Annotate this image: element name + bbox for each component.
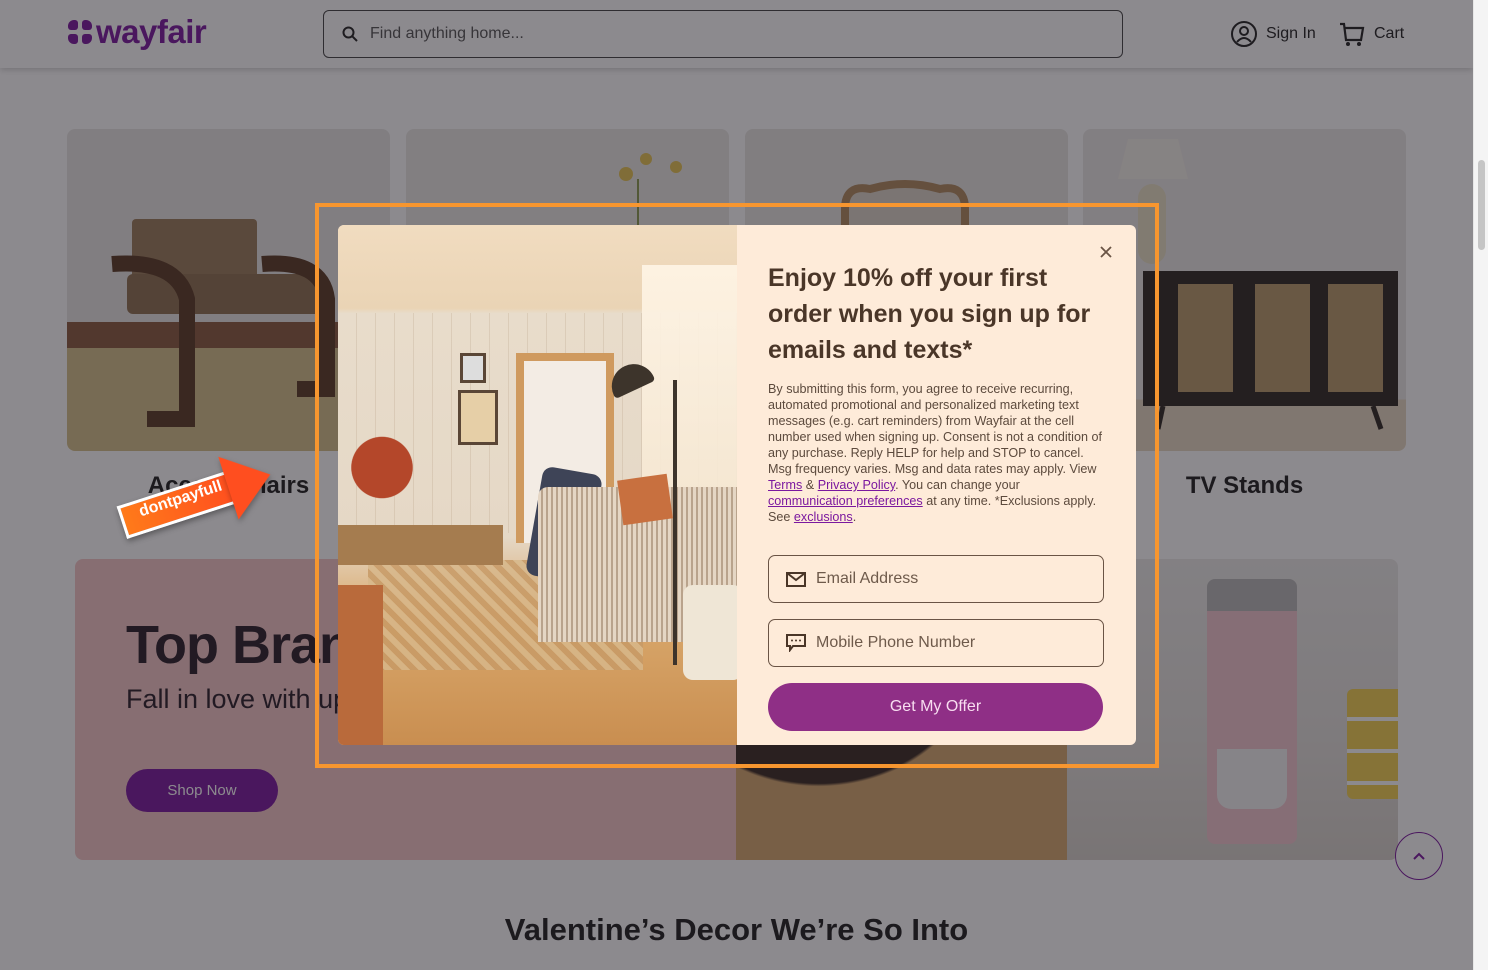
cart-label: Cart: [1374, 25, 1405, 42]
email-input[interactable]: [816, 570, 1086, 588]
coffee-mug: [1217, 749, 1287, 809]
sign-in-button[interactable]: Sign In: [1230, 20, 1316, 48]
yellow-bowls: [1347, 689, 1398, 799]
logo-text: wayfair: [96, 13, 207, 50]
envelope-icon: [786, 571, 806, 587]
close-modal-button[interactable]: [1096, 242, 1116, 262]
section-title: Valentine’s Decor We’re So Into: [504, 912, 969, 947]
shop-now-button[interactable]: Shop Now: [126, 769, 278, 812]
chat-bubble-icon: [786, 634, 806, 652]
email-field[interactable]: [768, 555, 1104, 603]
living-room-image: [338, 225, 737, 745]
wayfair-logo[interactable]: wayfair: [68, 13, 207, 50]
modal-title: Enjoy 10% off your first order when you …: [768, 264, 1091, 364]
terms-link[interactable]: Terms: [768, 478, 802, 492]
back-to-top-button[interactable]: [1395, 832, 1443, 880]
search-bar[interactable]: [323, 10, 1123, 58]
close-icon: [1100, 246, 1112, 258]
site-header: wayfair Sign In Cart: [0, 0, 1473, 68]
chevron-up-icon: [1413, 852, 1425, 860]
cart-button[interactable]: Cart: [1338, 20, 1404, 48]
get-my-offer-button[interactable]: Get My Offer: [768, 683, 1103, 731]
search-icon: [342, 26, 358, 42]
phone-field[interactable]: [768, 619, 1104, 667]
phone-input[interactable]: [816, 634, 1086, 652]
sign-in-label: Sign In: [1266, 25, 1316, 42]
account-icon: [1231, 21, 1257, 47]
signup-form: Enjoy 10% off your first order when you …: [737, 225, 1136, 745]
legal-disclaimer: By submitting this form, you agree to re…: [768, 382, 1102, 524]
privacy-policy-link[interactable]: Privacy Policy: [818, 478, 895, 492]
page-scrollbar[interactable]: [1473, 0, 1488, 970]
communication-preferences-link[interactable]: communication preferences: [768, 494, 923, 508]
logo-mark-icon: [68, 20, 92, 44]
email-signup-modal: Enjoy 10% off your first order when you …: [338, 225, 1136, 745]
scrollbar-thumb[interactable]: [1478, 160, 1485, 250]
search-input[interactable]: [370, 25, 1070, 43]
exclusions-link[interactable]: exclusions: [794, 510, 853, 524]
cart-icon: [1340, 22, 1365, 46]
